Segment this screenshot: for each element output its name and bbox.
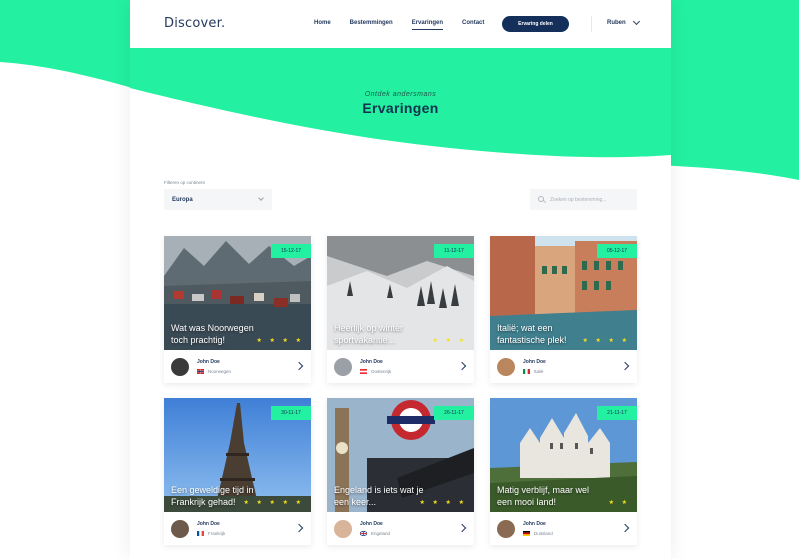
flag-italy-icon — [523, 369, 530, 374]
card-footer: John Doe Engeland — [327, 512, 474, 545]
card-image: 21-11-17 Matig verblijf, maar wel een mo… — [490, 398, 637, 512]
flag-germany-icon — [523, 531, 530, 536]
star-rating: ★ ★ ★ ★ ★ — [243, 500, 304, 506]
user-name: Ruben — [607, 20, 626, 26]
card-image: 05-12-17 Italië; wat een fantastische pl… — [490, 236, 637, 350]
card-image: 30-11-17 Een geweldige tijd in Frankrijk… — [164, 398, 311, 512]
search-input[interactable]: Zoeken op bestemming... — [530, 189, 637, 210]
chevron-right-icon[interactable] — [294, 361, 304, 371]
nav-ervaringen[interactable]: Ervaringen — [411, 20, 444, 30]
flag-austria-icon — [360, 369, 367, 374]
country-label: Duitsland — [523, 531, 553, 536]
avatar — [334, 520, 352, 538]
experience-card[interactable]: 30-11-17 Een geweldige tijd in Frankrijk… — [164, 398, 311, 545]
country-label: Oostenrijk — [360, 369, 391, 374]
country-name: Oostenrijk — [371, 369, 392, 374]
avatar — [171, 358, 189, 376]
card-footer: John Doe Duitsland — [490, 512, 637, 545]
country-label: Italië — [523, 369, 544, 374]
card-title: Heerlijk op winter sportvakantie... — [334, 323, 404, 345]
card-date: 05-12-17 — [597, 244, 637, 258]
card-footer: John Doe Noorwegen — [164, 350, 311, 383]
author-name: John Doe — [360, 521, 383, 527]
avatar — [334, 358, 352, 376]
experience-card[interactable]: 15-12-17 Wat was Noorwegen toch prachtig… — [164, 236, 311, 383]
country-name: Duitsland — [534, 531, 553, 536]
hero-subtitle: Ontdek andersmans — [364, 91, 437, 98]
author-name: John Doe — [197, 359, 220, 365]
nav-contact[interactable]: Contact — [462, 20, 484, 26]
country-name: Noorwegen — [208, 369, 232, 374]
card-image: 15-12-17 Wat was Noorwegen toch prachtig… — [164, 236, 311, 350]
filter-label: Filteren op continent — [164, 180, 205, 185]
experience-card[interactable]: 21-11-17 Matig verblijf, maar wel een mo… — [490, 398, 637, 545]
top-header: Discover. Home Bestemmingen Ervaringen C… — [130, 0, 671, 48]
card-date: 15-12-17 — [271, 244, 311, 258]
chevron-right-icon[interactable] — [457, 361, 467, 371]
page-container: Discover. Home Bestemmingen Ervaringen C… — [130, 0, 671, 559]
page-title: Ervaringen — [362, 100, 439, 116]
star-rating: ★ ★ ★ ★ — [419, 500, 467, 506]
card-footer: John Doe Italië — [490, 350, 637, 383]
card-date: 30-11-17 — [271, 406, 311, 420]
chevron-right-icon[interactable] — [620, 361, 630, 371]
chevron-right-icon[interactable] — [457, 523, 467, 533]
card-image: 26-11-17 Engeland is iets wat je een kee… — [327, 398, 474, 512]
avatar — [171, 520, 189, 538]
star-rating: ★ ★ ★ ★ — [582, 338, 630, 344]
chevron-down-icon — [632, 17, 640, 26]
nav-home[interactable]: Home — [314, 20, 331, 26]
card-footer: John Doe Frankrijk — [164, 512, 311, 545]
continent-select-value: Europa — [172, 196, 193, 203]
flag-france-icon — [197, 531, 204, 536]
star-rating: ★ ★ ★ ★ — [256, 338, 304, 344]
avatar — [497, 358, 515, 376]
nav-bestemmingen[interactable]: Bestemmingen — [350, 20, 393, 26]
star-rating: ★ ★ ★ — [432, 338, 467, 344]
star-rating: ★ ★ — [608, 500, 630, 506]
flag-norway-icon — [197, 369, 204, 374]
country-label: Frankrijk — [197, 531, 225, 536]
header-divider — [591, 16, 592, 32]
chevron-right-icon[interactable] — [620, 523, 630, 533]
country-name: Italië — [534, 369, 544, 374]
author-name: John Doe — [197, 521, 220, 527]
author-name: John Doe — [360, 359, 383, 365]
avatar — [497, 520, 515, 538]
experience-card[interactable]: 11-12-17 Heerlijk op winter sportvakanti… — [327, 236, 474, 383]
user-menu[interactable]: Ruben — [607, 17, 640, 26]
card-date: 21-11-17 — [597, 406, 637, 420]
flag-uk-icon — [359, 530, 368, 537]
country-name: Engeland — [371, 531, 391, 536]
country-name: Frankrijk — [208, 531, 226, 536]
experience-card[interactable]: 05-12-17 Italië; wat een fantastische pl… — [490, 236, 637, 383]
country-label: Noorwegen — [197, 369, 231, 374]
card-image: 11-12-17 Heerlijk op winter sportvakanti… — [327, 236, 474, 350]
card-title: Matig verblijf, maar wel een mooi land! — [497, 485, 590, 507]
country-label: Engeland — [359, 530, 391, 537]
main-nav: Home Bestemmingen Ervaringen Contact — [314, 20, 503, 30]
share-experience-button[interactable]: Ervaring delen — [502, 16, 569, 32]
card-date: 26-11-17 — [434, 406, 474, 420]
card-footer: John Doe Oostenrijk — [327, 350, 474, 383]
author-name: John Doe — [523, 521, 546, 527]
chevron-down-icon — [258, 195, 264, 201]
logo[interactable]: Discover. — [164, 16, 225, 31]
card-date: 11-12-17 — [434, 244, 474, 258]
search-icon — [538, 195, 546, 204]
continent-select[interactable]: Europa — [164, 189, 272, 210]
experience-card[interactable]: 26-11-17 Engeland is iets wat je een kee… — [327, 398, 474, 545]
chevron-right-icon[interactable] — [294, 523, 304, 533]
search-placeholder: Zoeken op bestemming... — [550, 196, 607, 203]
author-name: John Doe — [523, 359, 546, 365]
